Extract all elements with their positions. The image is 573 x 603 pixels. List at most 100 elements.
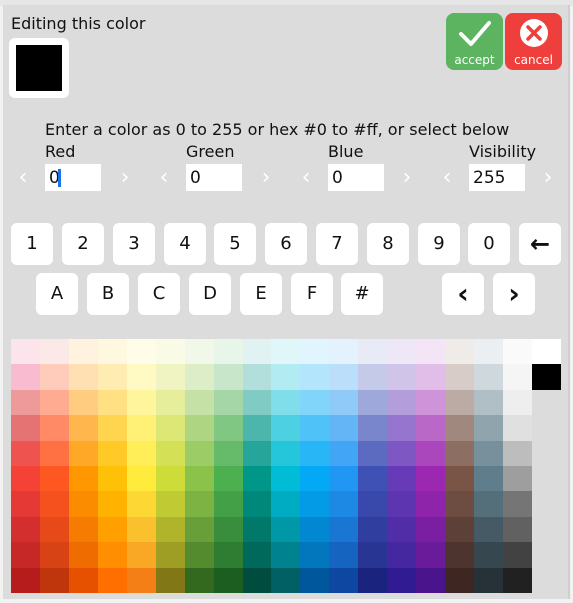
palette-swatch[interactable]	[271, 389, 301, 416]
red-decrease-chevron-icon[interactable]: ‹	[13, 165, 33, 191]
palette-swatch[interactable]	[271, 516, 301, 543]
palette-swatch[interactable]	[213, 465, 243, 492]
palette-swatch[interactable]	[329, 491, 359, 517]
palette-swatch[interactable]	[11, 491, 40, 517]
recent-color-swatch[interactable]	[532, 415, 561, 441]
recent-color-swatch[interactable]	[532, 542, 561, 568]
palette-swatch[interactable]	[271, 491, 301, 517]
palette-swatch[interactable]	[126, 516, 156, 543]
palette-swatch[interactable]	[68, 465, 98, 492]
palette-swatch[interactable]	[155, 516, 185, 543]
key-a[interactable]: A	[36, 273, 78, 315]
palette-swatch[interactable]	[300, 542, 330, 568]
key-b[interactable]: B	[87, 273, 129, 315]
palette-swatch[interactable]	[300, 567, 330, 593]
palette-swatch[interactable]	[213, 567, 243, 593]
palette-swatch[interactable]	[502, 516, 532, 543]
palette-swatch[interactable]	[39, 440, 69, 466]
palette-swatch[interactable]	[126, 542, 156, 568]
recent-color-swatch[interactable]	[532, 567, 561, 593]
backspace-key[interactable]: ←	[519, 223, 561, 265]
palette-swatch[interactable]	[300, 415, 330, 441]
palette-swatch[interactable]	[155, 491, 185, 517]
palette-swatch[interactable]	[155, 567, 185, 593]
palette-swatch[interactable]	[242, 542, 272, 568]
palette-swatch[interactable]	[126, 465, 156, 492]
palette-swatch[interactable]	[300, 364, 330, 390]
palette-swatch[interactable]	[474, 491, 503, 517]
palette-swatch[interactable]	[387, 491, 417, 517]
palette-swatch[interactable]	[242, 567, 272, 593]
palette-swatch[interactable]	[416, 389, 446, 416]
palette-swatch[interactable]	[97, 339, 127, 365]
key-7[interactable]: 7	[316, 223, 358, 265]
palette-swatch[interactable]	[329, 389, 359, 416]
palette-swatch[interactable]	[126, 440, 156, 466]
key-hash[interactable]: #	[341, 273, 383, 315]
palette-swatch[interactable]	[126, 339, 156, 365]
palette-swatch[interactable]	[68, 542, 98, 568]
palette-swatch[interactable]	[184, 339, 214, 365]
palette-swatch[interactable]	[184, 415, 214, 441]
palette-swatch[interactable]	[68, 516, 98, 543]
palette-swatch[interactable]	[213, 389, 243, 416]
palette-swatch[interactable]	[97, 440, 127, 466]
green-increase-chevron-icon[interactable]: ›	[256, 165, 276, 191]
palette-swatch[interactable]	[329, 339, 359, 365]
palette-swatch[interactable]	[329, 465, 359, 492]
key-3[interactable]: 3	[113, 223, 155, 265]
palette-swatch[interactable]	[300, 389, 330, 416]
palette-swatch[interactable]	[184, 516, 214, 543]
palette-swatch[interactable]	[184, 491, 214, 517]
recent-color-swatch[interactable]	[532, 516, 561, 543]
recent-color-swatch[interactable]	[532, 465, 561, 492]
palette-swatch[interactable]	[184, 465, 214, 492]
visibility-increase-chevron-icon[interactable]: ›	[538, 165, 558, 191]
palette-swatch[interactable]	[416, 440, 446, 466]
palette-swatch[interactable]	[213, 339, 243, 365]
palette-swatch[interactable]	[502, 389, 532, 416]
palette-swatch[interactable]	[445, 491, 474, 517]
recent-color-swatch[interactable]	[532, 440, 561, 466]
palette-swatch[interactable]	[474, 440, 503, 466]
palette-swatch[interactable]	[39, 389, 69, 416]
palette-swatch[interactable]	[271, 339, 301, 365]
palette-swatch[interactable]	[126, 389, 156, 416]
palette-swatch[interactable]	[39, 567, 69, 593]
palette-swatch[interactable]	[387, 542, 417, 568]
palette-swatch[interactable]	[474, 542, 503, 568]
palette-swatch[interactable]	[474, 339, 503, 365]
palette-swatch[interactable]	[416, 542, 446, 568]
palette-swatch[interactable]	[271, 567, 301, 593]
palette-swatch[interactable]	[242, 415, 272, 441]
palette-swatch[interactable]	[271, 415, 301, 441]
palette-swatch[interactable]	[358, 415, 388, 441]
palette-swatch[interactable]	[416, 491, 446, 517]
palette-swatch[interactable]	[502, 364, 532, 390]
palette-swatch[interactable]	[474, 389, 503, 416]
palette-swatch[interactable]	[416, 516, 446, 543]
palette-swatch[interactable]	[11, 389, 40, 416]
palette-swatch[interactable]	[213, 516, 243, 543]
palette-swatch[interactable]	[11, 542, 40, 568]
palette-swatch[interactable]	[502, 567, 532, 593]
palette-swatch[interactable]	[39, 339, 69, 365]
key-4[interactable]: 4	[164, 223, 206, 265]
palette-swatch[interactable]	[184, 364, 214, 390]
palette-swatch[interactable]	[11, 364, 40, 390]
palette-swatch[interactable]	[97, 542, 127, 568]
key-8[interactable]: 8	[367, 223, 409, 265]
blue-increase-chevron-icon[interactable]: ›	[397, 165, 417, 191]
palette-swatch[interactable]	[502, 440, 532, 466]
palette-swatch[interactable]	[358, 465, 388, 492]
palette-swatch[interactable]	[242, 364, 272, 390]
palette-swatch[interactable]	[445, 440, 474, 466]
palette-swatch[interactable]	[155, 415, 185, 441]
palette-swatch[interactable]	[474, 567, 503, 593]
key-e[interactable]: E	[240, 273, 282, 315]
palette-swatch[interactable]	[445, 339, 474, 365]
palette-swatch[interactable]	[300, 516, 330, 543]
palette-swatch[interactable]	[416, 465, 446, 492]
palette-swatch[interactable]	[155, 389, 185, 416]
palette-swatch[interactable]	[358, 491, 388, 517]
